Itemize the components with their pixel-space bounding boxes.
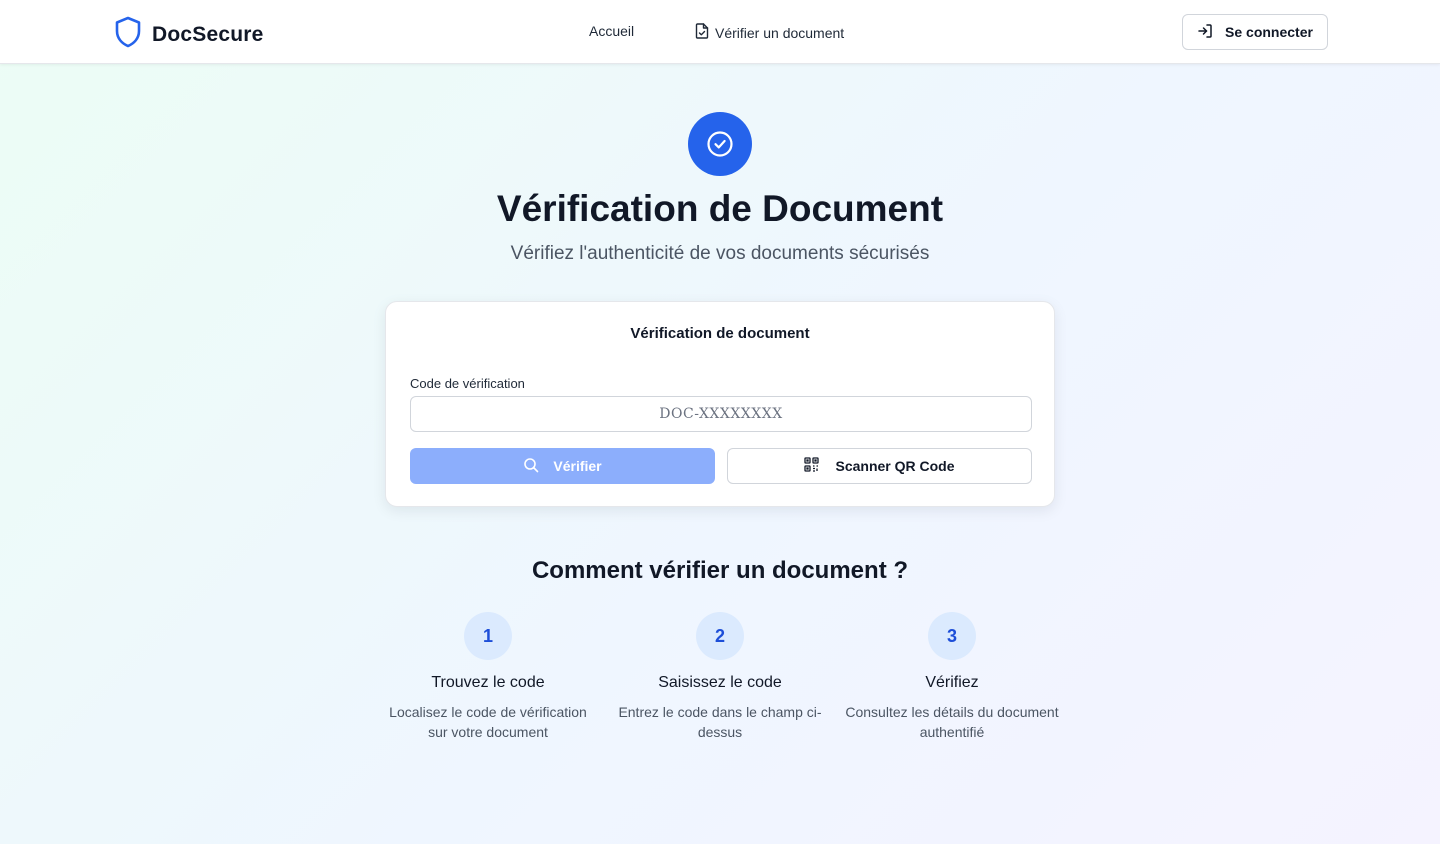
qr-code-icon <box>804 457 820 475</box>
step-number-badge: 3 <box>928 612 976 660</box>
step-description: Consultez les détails du document authen… <box>845 704 1059 740</box>
how-to-title: Comment vérifier un document ? <box>531 557 909 584</box>
verification-card: Vérification de document Code de vérific… <box>385 301 1055 507</box>
card-title: Vérification de document <box>630 325 810 342</box>
verify-button-label: Vérifier <box>553 458 602 474</box>
brand-name: DocSecure <box>152 22 264 46</box>
file-check-icon <box>695 23 709 42</box>
step-number-badge: 2 <box>696 612 744 660</box>
verification-code-input[interactable] <box>410 396 1032 432</box>
code-field-label: Code de vérification <box>410 376 525 391</box>
step-number-badge: 1 <box>464 612 512 660</box>
page-subtitle: Vérifiez l'authenticité de vos documents… <box>510 243 930 264</box>
step-title: Trouvez le code <box>431 674 545 691</box>
step-description: Entrez le code dans le champ ci-dessus <box>618 704 822 740</box>
step-description: Localisez le code de vérification sur vo… <box>389 704 587 740</box>
nav-link-verify-document[interactable]: Vérifier un document <box>695 23 844 42</box>
check-circle-icon <box>688 112 752 176</box>
brand[interactable]: DocSecure <box>114 16 264 53</box>
shield-icon <box>114 16 142 53</box>
step-title: Saisissez le code <box>658 674 782 691</box>
step-verify: 3 Vérifiez Consultez les détails du docu… <box>836 612 1068 742</box>
nav-verify-label: Vérifier un document <box>715 24 845 41</box>
page-title: Vérification de Document <box>496 188 944 229</box>
log-in-icon <box>1197 23 1213 42</box>
scan-qr-button[interactable]: Scanner QR Code <box>727 448 1032 484</box>
search-icon <box>523 457 539 476</box>
step-enter-code: 2 Saisissez le code Entrez le code dans … <box>604 612 836 742</box>
step-title: Vérifiez <box>925 674 979 691</box>
step-find-code: 1 Trouvez le code Localisez le code de v… <box>372 612 604 742</box>
verify-button[interactable]: Vérifier <box>410 448 715 484</box>
top-navbar: DocSecure Accueil Vérifier un document S… <box>0 0 1440 64</box>
nav-link-home[interactable]: Accueil <box>589 23 634 39</box>
login-button[interactable]: Se connecter <box>1182 14 1328 50</box>
login-label: Se connecter <box>1225 24 1313 40</box>
scan-qr-label: Scanner QR Code <box>835 458 955 474</box>
